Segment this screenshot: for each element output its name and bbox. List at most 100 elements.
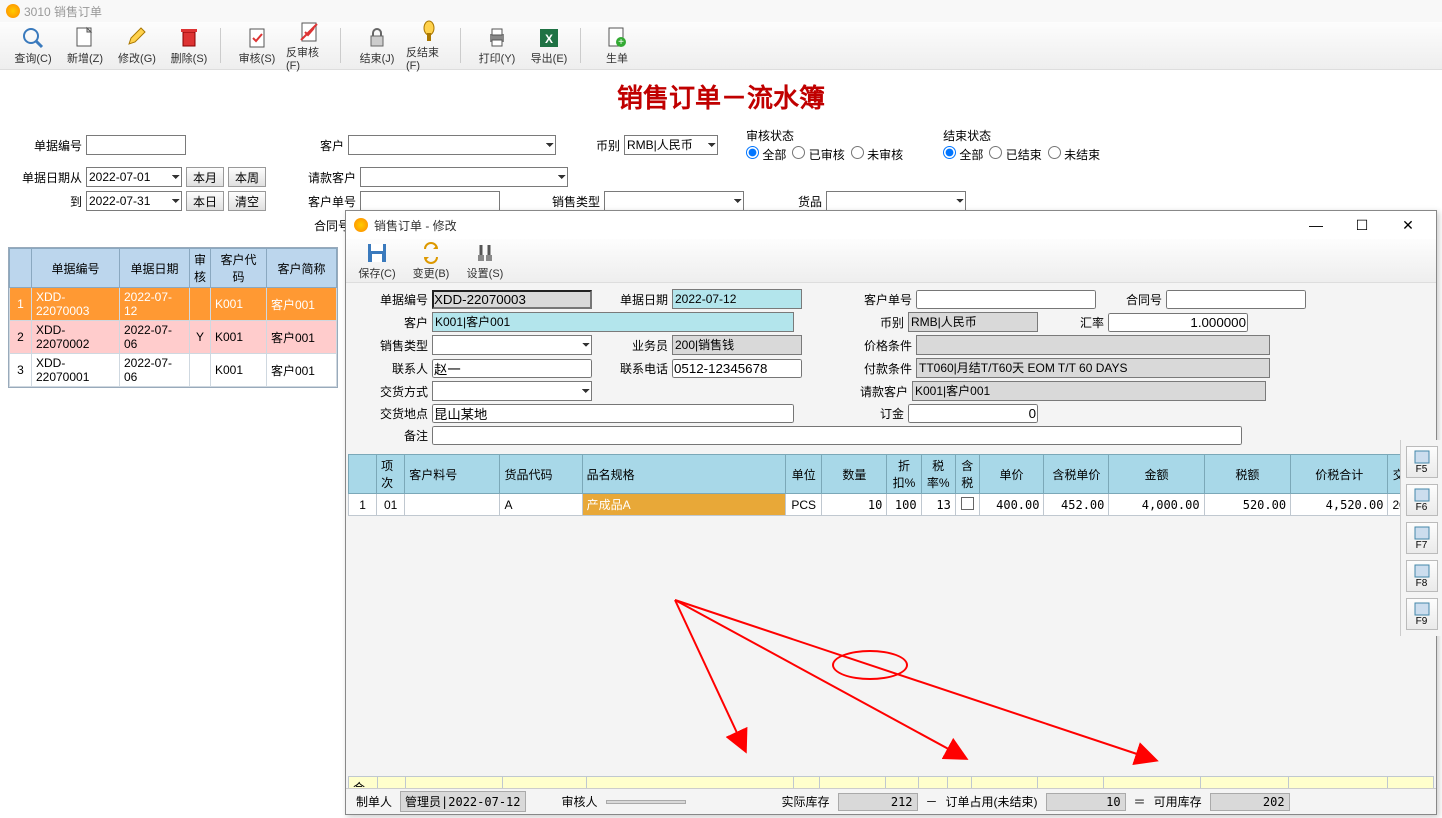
col-header[interactable]: 含税单价: [1044, 455, 1109, 494]
page-title: 销售订单－流水簿: [0, 70, 1442, 123]
f-pricecond[interactable]: [916, 335, 1270, 355]
f-shipaddr-label: 交货地点: [356, 405, 428, 422]
f-shipaddr[interactable]: [432, 404, 794, 423]
f-doc-date[interactable]: 2022-07-12: [672, 289, 802, 309]
f-cust-label: 客户: [356, 314, 428, 331]
print-button[interactable]: 打印(Y): [472, 24, 522, 67]
line-row[interactable]: 101A产成品APCS1010013400.00452.004,000.0052…: [349, 494, 1434, 516]
col-header[interactable]: 品名规格: [582, 455, 785, 494]
cust-doc-input[interactable]: [360, 191, 500, 211]
f-cust[interactable]: K001|客户001: [432, 312, 794, 332]
col-header[interactable]: 单位: [786, 455, 822, 494]
main-toolbar: 查询(C)新增(Z)修改(G)删除(S) 审核(S)反审核(F) 结束(J)反结束(…: [0, 22, 1442, 70]
new-button[interactable]: 新增(Z): [60, 24, 110, 67]
line-grid[interactable]: 项次客户料号货品代码品名规格单位数量折扣%税率%含税单价含税单价金额税额价税合计…: [348, 454, 1434, 788]
col-header[interactable]: 税率%: [921, 455, 955, 494]
col-header[interactable]: 价税合计: [1291, 455, 1388, 494]
date-from-input[interactable]: 2022-07-01: [86, 167, 182, 187]
f-tel[interactable]: [672, 359, 802, 378]
currency-select[interactable]: RMB|人民币: [624, 135, 718, 155]
f-contact[interactable]: [432, 359, 592, 378]
edit-dialog: 销售订单 - 修改 — ☐ ✕ 保存(C)变更(B)设置(S) 单据编号 单据日…: [345, 210, 1437, 815]
date-from-label: 单据日期从: [12, 169, 82, 186]
audit-status-label: 审核状态: [746, 127, 903, 144]
close-button[interactable]: ✕: [1388, 213, 1428, 237]
unlock-button[interactable]: 反结束(F): [404, 24, 454, 67]
btn-today[interactable]: 本日: [186, 191, 224, 211]
f-paycond[interactable]: TT060|月结T/T60天 EOM T/T 60 DAYS: [916, 358, 1270, 378]
maker-value: 管理员|2022-07-12: [400, 791, 525, 812]
btn-this-month[interactable]: 本月: [186, 167, 224, 187]
col-header[interactable]: [349, 455, 377, 494]
app-icon: [6, 4, 20, 18]
maker-label: 制单人: [356, 793, 392, 810]
dialog-footer: 制单人 管理员|2022-07-12 审核人 实际库存 212 － 订单占用(未…: [346, 788, 1436, 814]
f-currency[interactable]: RMB|人民币: [908, 312, 1038, 332]
delete-button[interactable]: 删除(S): [164, 24, 214, 67]
col-header[interactable]: 折扣%: [887, 455, 921, 494]
f-rate-label: 汇率: [1042, 314, 1104, 331]
currency-label: 币别: [590, 137, 620, 154]
f-deposit[interactable]: [908, 404, 1038, 423]
f-cust-doc[interactable]: [916, 290, 1096, 309]
f-salesman[interactable]: 200|销售钱: [672, 335, 802, 355]
cust-doc-label: 客户单号: [304, 193, 356, 210]
btn-this-week[interactable]: 本周: [228, 167, 266, 187]
dlg-setting-button[interactable]: 设置(S): [460, 241, 510, 280]
doc-no-input[interactable]: [86, 135, 186, 155]
side-f5-button[interactable]: F5: [1406, 446, 1438, 478]
auditor-value: [606, 800, 686, 804]
col-header[interactable]: 项次: [377, 455, 405, 494]
window-title: 3010 销售订单: [24, 3, 102, 20]
date-to-input[interactable]: 2022-07-31: [86, 191, 182, 211]
gen-button[interactable]: +生单: [592, 24, 642, 67]
maximize-button[interactable]: ☐: [1342, 213, 1382, 237]
product-select[interactable]: [826, 191, 966, 211]
f-paycust-label: 请款客户: [836, 383, 908, 400]
side-f8-button[interactable]: F8: [1406, 560, 1438, 592]
edit-button[interactable]: 修改(G): [112, 24, 162, 67]
table-row[interactable]: 2XDD-220700022022-07-06YK001客户001: [10, 321, 337, 354]
cust-select[interactable]: [348, 135, 556, 155]
col-header[interactable]: 单价: [979, 455, 1044, 494]
minimize-button[interactable]: —: [1296, 213, 1336, 237]
btn-clear[interactable]: 清空: [228, 191, 266, 211]
f-ship-label: 交货方式: [356, 383, 428, 400]
f-contract[interactable]: [1166, 290, 1306, 309]
dialog-toolbar: 保存(C)变更(B)设置(S): [346, 239, 1436, 283]
audit-button[interactable]: 审核(S): [232, 24, 282, 67]
audit-status-radios: 全部 已审核 未审核: [746, 146, 903, 163]
side-f9-button[interactable]: F9: [1406, 598, 1438, 630]
f-saletype-label: 销售类型: [356, 337, 428, 354]
gen-icon: +: [605, 26, 629, 50]
col-header[interactable]: 含税: [955, 455, 979, 494]
avail-label: 可用库存: [1154, 793, 1202, 810]
f-saletype[interactable]: [432, 335, 592, 355]
col-header[interactable]: 数量: [822, 455, 887, 494]
dlg-save-button[interactable]: 保存(C): [352, 241, 402, 280]
f-cust-doc-label: 客户单号: [840, 291, 912, 308]
col-header[interactable]: 税额: [1204, 455, 1291, 494]
export-icon: X: [537, 26, 561, 50]
unaudit-button[interactable]: 反审核(F): [284, 24, 334, 67]
query-button[interactable]: 查询(C): [8, 24, 58, 67]
dlg-change-button[interactable]: 变更(B): [406, 241, 456, 280]
col-header[interactable]: 货品代码: [500, 455, 582, 494]
export-button[interactable]: X导出(E): [524, 24, 574, 67]
f-remark[interactable]: [432, 426, 1242, 445]
col-header[interactable]: 金额: [1109, 455, 1204, 494]
col-header[interactable]: 客户料号: [405, 455, 500, 494]
f-paycust[interactable]: K001|客户001: [912, 381, 1266, 401]
side-f7-button[interactable]: F7: [1406, 522, 1438, 554]
occupy-label: 订单占用(未结束): [946, 793, 1038, 810]
po-cust-select[interactable]: [360, 167, 568, 187]
side-f6-button[interactable]: F6: [1406, 484, 1438, 516]
sale-type-select[interactable]: [604, 191, 744, 211]
table-row[interactable]: 1XDD-220700032022-07-12K001客户001: [10, 288, 337, 321]
f-rate[interactable]: [1108, 313, 1248, 332]
lock-button[interactable]: 结束(J): [352, 24, 402, 67]
f-tel-label: 联系电话: [596, 360, 668, 377]
dialog-titlebar: 销售订单 - 修改 — ☐ ✕: [346, 211, 1436, 239]
table-row[interactable]: 3XDD-220700012022-07-06K001客户001: [10, 354, 337, 387]
f-ship[interactable]: [432, 381, 592, 401]
